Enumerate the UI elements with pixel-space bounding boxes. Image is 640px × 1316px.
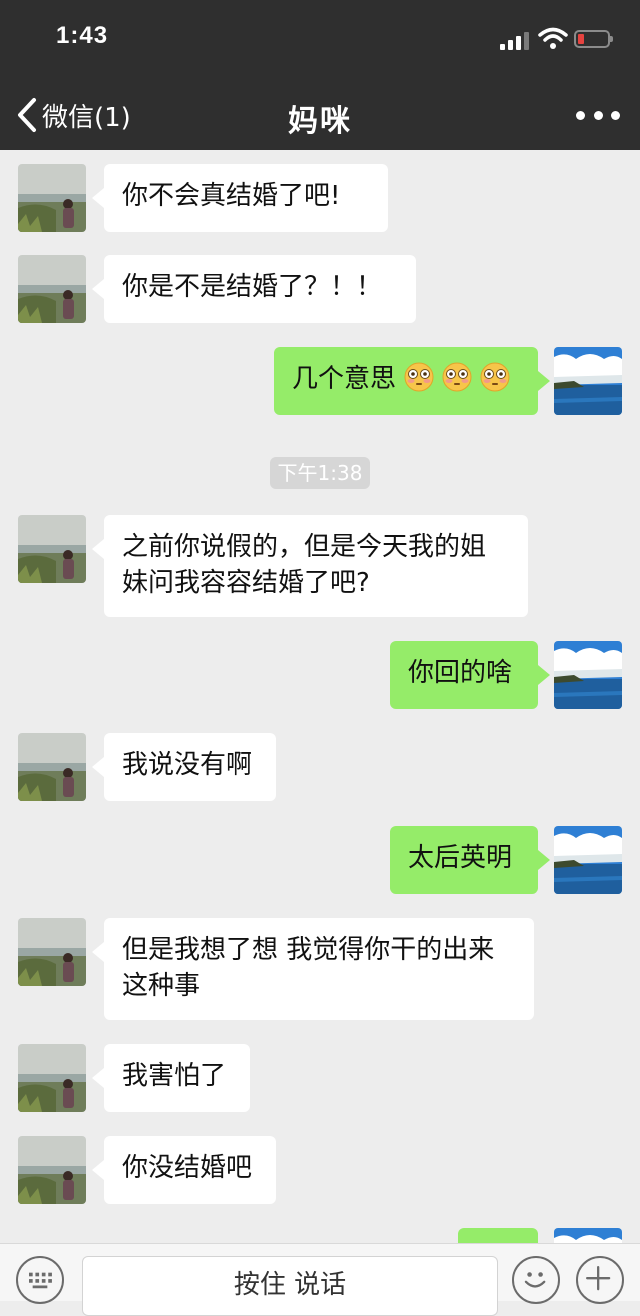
message-text: 你不会真结婚了吧! [122, 181, 341, 211]
mom-avatar[interactable] [18, 1136, 86, 1204]
message-bubble[interactable]: 之前你说假的，但是今天我的姐妹问我容容结婚了吧? [92, 515, 528, 617]
chat-title: 妈咪 [288, 104, 352, 139]
message-bubble[interactable]: 我说没有啊 [92, 733, 276, 801]
mom-avatar[interactable] [18, 164, 86, 232]
mom-avatar[interactable] [18, 733, 86, 801]
message-text: 我说没有啊 [122, 750, 253, 780]
message-text: 我害怕了 [122, 1061, 227, 1091]
chat-area[interactable]: 你不会真结婚了吧! 你是不是结婚了？！！ 几个意思 下午1:38 之前你说假的，… [0, 150, 640, 1243]
message-text: 你是不是结婚了？！！ [122, 272, 383, 302]
message-text: 之前你说假的，但是今天我的姐妹问我容容结婚了吧? [122, 532, 487, 598]
status-time: 1:43 [56, 22, 109, 49]
message-bubble[interactable]: 但是我想了想 我觉得你干的出来这种事 [92, 918, 534, 1020]
hold-to-talk-button[interactable]: 按住 说话 [82, 1256, 498, 1316]
message-text: 几个意思 [292, 364, 397, 394]
keyboard-button[interactable] [16, 1256, 64, 1304]
flushed-face-icon [480, 362, 510, 392]
emoji-button[interactable] [512, 1256, 560, 1304]
mom-avatar[interactable] [18, 1044, 86, 1112]
message-text: 你回的啥 [408, 658, 513, 688]
message-bubble[interactable]: 你回的啥 [390, 641, 550, 709]
my-avatar[interactable] [554, 347, 622, 415]
message-bubble[interactable]: 你不会真结婚了吧! [92, 164, 388, 232]
wifi-icon [538, 27, 568, 49]
nav-bar: 微信(1) 妈咪 [0, 80, 640, 150]
message-bubble[interactable]: 你没结婚吧 [92, 1136, 276, 1204]
mom-avatar[interactable] [18, 918, 86, 986]
plus-button[interactable] [576, 1256, 624, 1304]
keyboard-icon [29, 1272, 52, 1289]
message-bubble[interactable]: 你是不是结婚了？！！ [92, 255, 416, 323]
mom-avatar[interactable] [18, 255, 86, 323]
message-text: 但是我想了想 我觉得你干的出来这种事 [122, 935, 495, 1001]
my-avatar[interactable] [554, 1228, 622, 1243]
message-bubble[interactable]: 太后英明 [390, 826, 550, 894]
more-button[interactable] [576, 102, 620, 128]
battery-icon [574, 30, 613, 48]
emoji-icon [524, 1272, 546, 1288]
my-avatar[interactable] [554, 826, 622, 894]
mom-avatar[interactable] [18, 515, 86, 583]
message-bubble-partial[interactable] [458, 1228, 538, 1243]
status-bar: 1:43 [0, 0, 640, 80]
flushed-face-icon [404, 362, 434, 392]
message-text: 太后英明 [408, 843, 513, 873]
timestamp: 下午1:38 [270, 457, 370, 489]
flushed-face-icon [442, 362, 472, 392]
signal-icon [500, 30, 534, 50]
input-bar: 按住 说话 [0, 1243, 640, 1316]
more-icon [576, 110, 585, 120]
message-bubble[interactable]: 我害怕了 [92, 1044, 250, 1112]
message-text: 你没结婚吧 [122, 1153, 253, 1183]
message-bubble[interactable]: 几个意思 [274, 347, 550, 415]
my-avatar[interactable] [554, 641, 622, 709]
plus-icon [586, 1266, 611, 1291]
